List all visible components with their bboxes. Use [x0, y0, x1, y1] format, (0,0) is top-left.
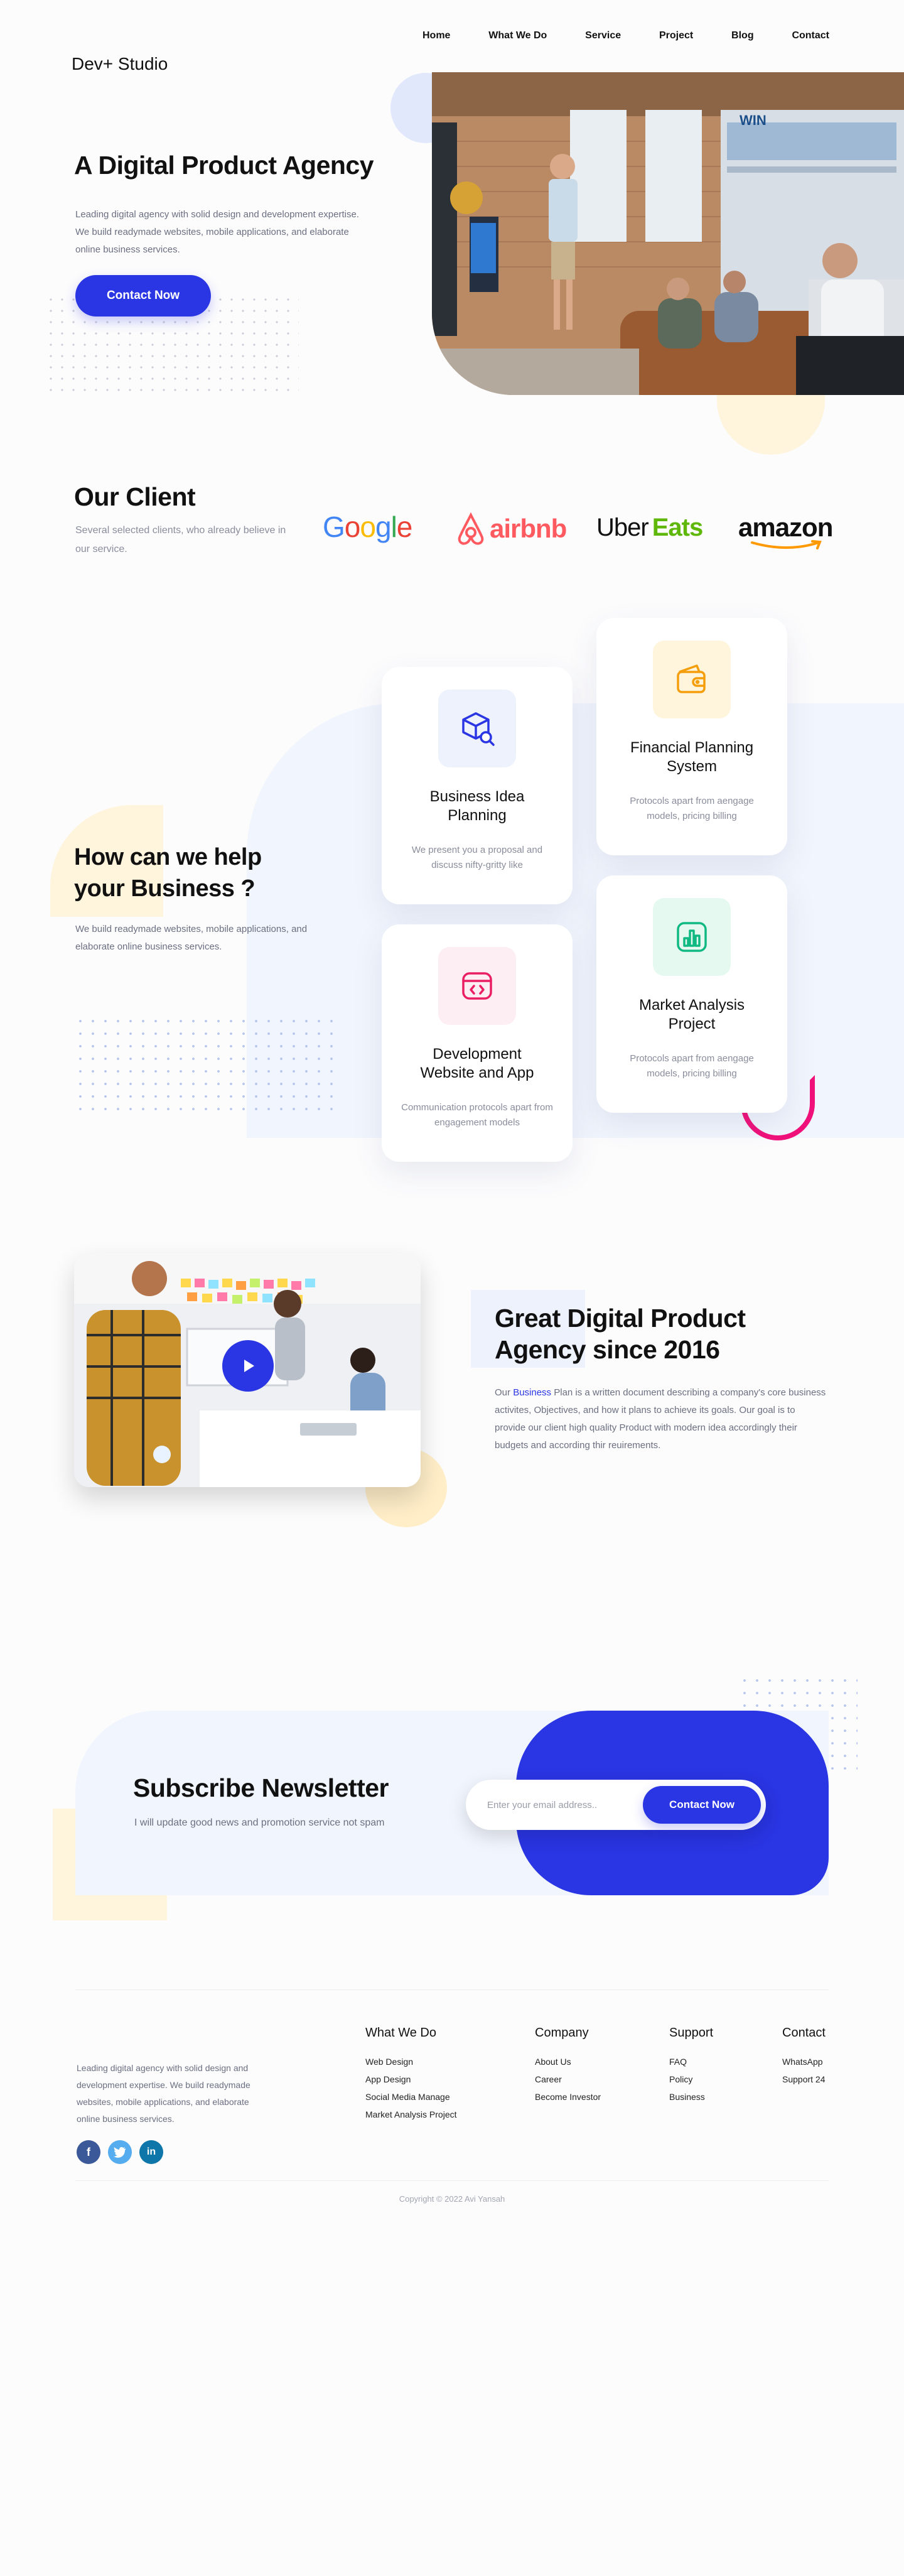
footer-column-title: Contact: [782, 2026, 826, 2040]
footer-link[interactable]: Social Media Manage: [365, 2088, 457, 2106]
nav-service[interactable]: Service: [585, 30, 621, 41]
service-card-title: Financial Planning System: [630, 739, 754, 775]
hero-image-sign: WIN: [740, 112, 767, 128]
amazon-logo: amazon: [738, 512, 833, 549]
play-video-button[interactable]: [222, 1340, 274, 1392]
uber-wordmark: Uber: [596, 514, 649, 541]
newsletter-contact-button[interactable]: Contact Now: [643, 1786, 761, 1824]
linkedin-icon[interactable]: in: [139, 2140, 163, 2164]
facebook-icon[interactable]: f: [77, 2140, 100, 2164]
services-title: How can we help your Business ?: [74, 844, 262, 902]
footer-link[interactable]: Business: [669, 2088, 713, 2106]
service-card-title: Development Website and App: [420, 1046, 534, 1081]
nav-contact[interactable]: Contact: [792, 30, 829, 41]
services-background-panel: [247, 703, 904, 1138]
footer-link[interactable]: Support 24: [782, 2070, 826, 2088]
airbnb-icon: [458, 512, 484, 545]
chart-icon: [653, 898, 731, 976]
wallet-icon: [653, 641, 731, 718]
copyright: Copyright © 2022 Avi Yansah: [399, 2194, 505, 2204]
footer-column-title: What We Do: [365, 2026, 436, 2040]
about-highlight: Business: [513, 1387, 552, 1398]
newsletter-form: Contact Now: [466, 1780, 766, 1830]
footer-link[interactable]: Web Design: [365, 2053, 457, 2070]
footer-divider: [75, 1989, 829, 1990]
newsletter-title: Subscribe Newsletter: [133, 1773, 389, 1802]
decor-dot-grid: [74, 1015, 338, 1115]
clients-title: Our Client: [74, 482, 196, 511]
about-description: Our Business Plan is a written document …: [495, 1384, 827, 1454]
nav-what-we-do[interactable]: What We Do: [488, 30, 547, 41]
footer-link[interactable]: Market Analysis Project: [365, 2106, 457, 2123]
hero-title: A Digital Product Agency: [74, 151, 374, 180]
airbnb-wordmark: airbnb: [490, 514, 567, 543]
nav-blog[interactable]: Blog: [731, 30, 754, 41]
clients-description: Several selected clients, who already be…: [75, 525, 286, 555]
footer-column-contact: Contact WhatsApp Support 24: [782, 2026, 826, 2088]
amazon-wordmark: amazon: [738, 512, 833, 542]
email-input[interactable]: [487, 1794, 625, 1816]
newsletter-description: I will update good news and promotion se…: [134, 1817, 385, 1828]
service-card-business-idea[interactable]: Business Idea Planning We present you a …: [382, 667, 573, 904]
contact-now-button[interactable]: Contact Now: [75, 275, 211, 317]
eats-wordmark: Eats: [652, 514, 703, 541]
footer-column-title: Support: [669, 2026, 714, 2040]
footer-link[interactable]: FAQ: [669, 2053, 713, 2070]
hero-office-image: WIN: [432, 72, 904, 395]
service-card-development[interactable]: Development Website and App Communicatio…: [382, 924, 573, 1162]
services-description: We build readymade websites, mobile appl…: [75, 924, 308, 952]
uber-eats-logo: Uber Eats: [596, 514, 703, 542]
footer-link[interactable]: Career: [535, 2070, 601, 2088]
service-card-market-analysis[interactable]: Market Analysis Project Protocols apart …: [596, 875, 787, 1113]
about-description-prefix: Our: [495, 1387, 514, 1398]
service-card-description: Protocols apart from aengage models, pri…: [630, 796, 754, 821]
footer-description: Leading digital agency with solid design…: [77, 2063, 250, 2124]
service-card-financial-planning[interactable]: Financial Planning System Protocols apar…: [596, 618, 787, 855]
service-card-description: Protocols apart from aengage models, pri…: [630, 1053, 754, 1079]
twitter-icon[interactable]: [108, 2140, 132, 2164]
service-card-title: Business Idea Planning: [429, 788, 525, 824]
airbnb-logo: airbnb: [455, 511, 567, 546]
main-nav: Home What We Do Service Project Blog Con…: [422, 30, 829, 41]
nav-home[interactable]: Home: [422, 30, 450, 41]
footer-divider: [75, 2180, 829, 2181]
footer-column-title: Company: [535, 2026, 589, 2040]
service-card-description: We present you a proposal and discuss ni…: [411, 845, 543, 870]
footer-column-what-we-do: What We Do Web Design App Design Social …: [365, 2026, 457, 2123]
hero-description: Leading digital agency with solid design…: [75, 209, 359, 255]
code-window-icon: [438, 947, 516, 1025]
footer-column-company: Company About Us Career Become Investor: [535, 2026, 601, 2106]
service-card-title: Market Analysis Project: [638, 997, 745, 1032]
footer-link[interactable]: Become Investor: [535, 2088, 601, 2106]
service-card-description: Communication protocols apart from engag…: [401, 1102, 553, 1128]
amazon-smile-icon: [751, 540, 822, 549]
footer-link[interactable]: Policy: [669, 2070, 713, 2088]
nav-project[interactable]: Project: [659, 30, 693, 41]
footer-link[interactable]: WhatsApp: [782, 2053, 826, 2070]
about-title: Great Digital Product Agency since 2016: [495, 1304, 746, 1364]
footer-link[interactable]: About Us: [535, 2053, 601, 2070]
play-icon: [244, 1360, 254, 1372]
google-logo: Google: [323, 511, 412, 543]
brand-logo[interactable]: Dev+ Studio: [72, 54, 168, 74]
footer-link[interactable]: App Design: [365, 2070, 457, 2088]
box-search-icon: [438, 690, 516, 767]
footer-column-support: Support FAQ Policy Business: [669, 2026, 713, 2106]
